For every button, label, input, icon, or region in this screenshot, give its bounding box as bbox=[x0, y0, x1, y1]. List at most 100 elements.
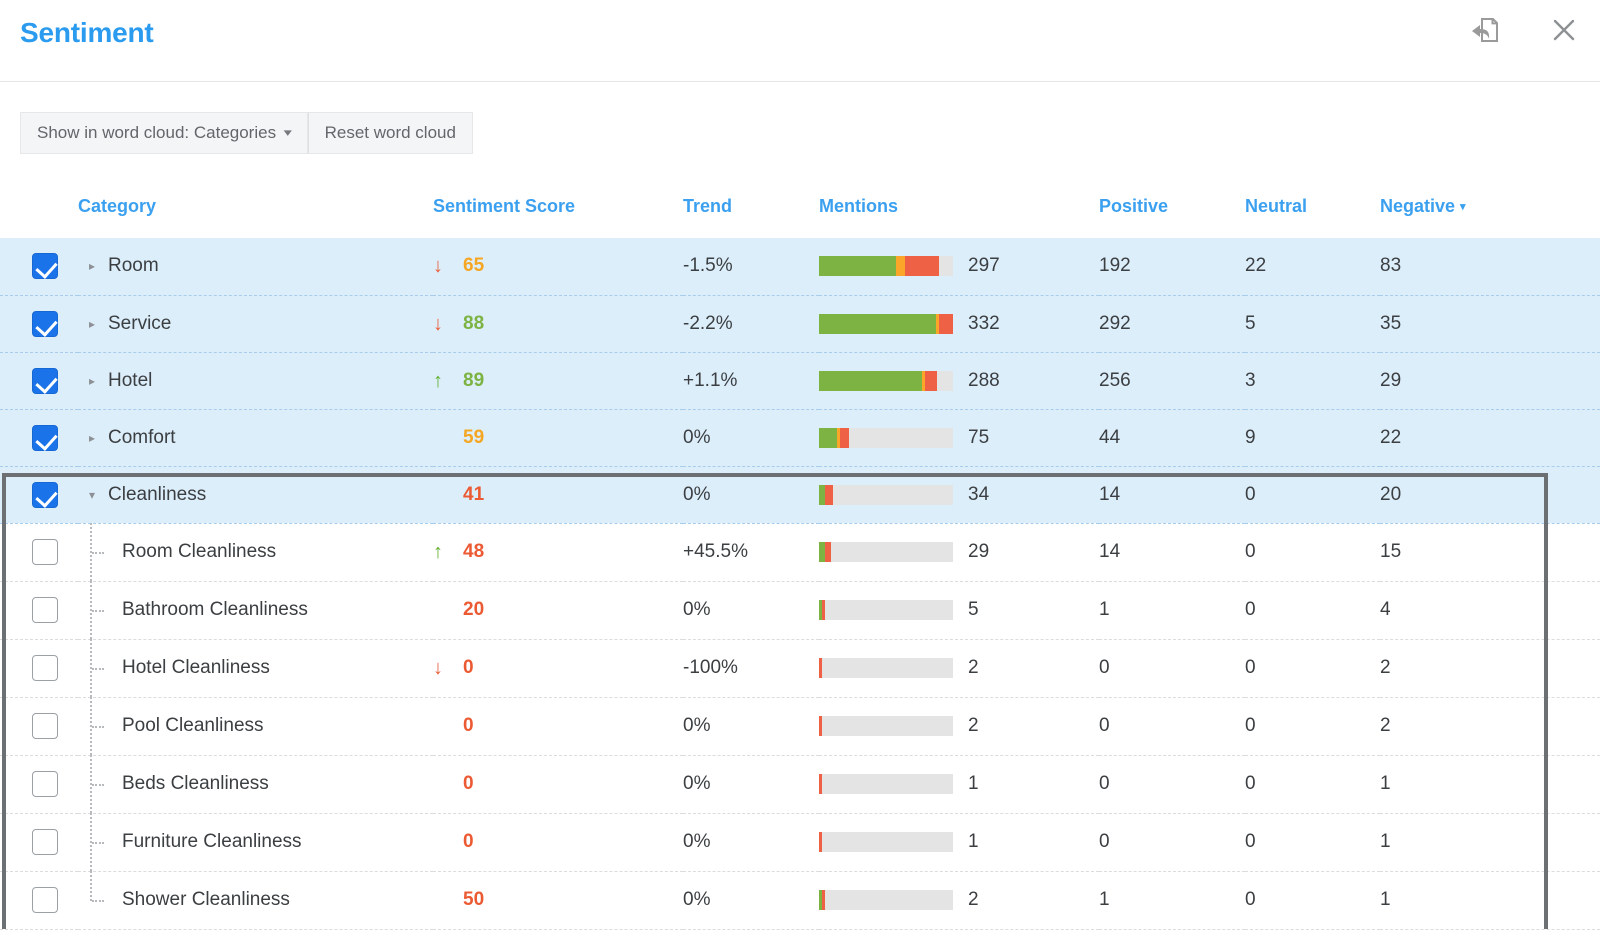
table-row[interactable]: Pool Cleanliness 0 0% 2 0 0 2 bbox=[0, 696, 1600, 756]
negative-segment bbox=[824, 484, 833, 505]
column-header-neutral[interactable]: Neutral bbox=[1245, 196, 1380, 238]
table-row[interactable]: ▸ Service ↓ 88 -2.2% 332 292 5 35 bbox=[0, 295, 1600, 353]
row-checkbox[interactable] bbox=[32, 597, 58, 623]
neutral-value: 0 bbox=[1245, 581, 1380, 640]
row-checkbox-cell bbox=[0, 523, 78, 582]
negative-value: 2 bbox=[1380, 697, 1600, 756]
mentions-stacked-bar bbox=[819, 658, 953, 678]
mentions-count: 297 bbox=[968, 255, 1000, 277]
positive-value: 44 bbox=[1099, 409, 1245, 467]
column-header-negative-label: Negative bbox=[1380, 196, 1456, 216]
category-label: Room bbox=[108, 255, 159, 277]
mentions-count: 5 bbox=[968, 599, 979, 620]
row-checkbox[interactable] bbox=[32, 771, 58, 797]
table-row[interactable]: Hotel Cleanliness ↓ 0 -100% 2 0 0 2 bbox=[0, 638, 1600, 698]
row-checkbox[interactable] bbox=[32, 655, 58, 681]
column-header-sentiment-score[interactable]: Sentiment Score bbox=[433, 196, 683, 238]
category-cell: Furniture Cleanliness bbox=[78, 812, 433, 872]
row-checkbox[interactable] bbox=[32, 829, 58, 855]
negative-value: 1 bbox=[1380, 755, 1600, 814]
positive-value: 1 bbox=[1099, 581, 1245, 640]
sentiment-score-cell: 0 bbox=[433, 755, 683, 814]
trend-value: 0% bbox=[683, 871, 819, 930]
row-checkbox[interactable] bbox=[32, 253, 58, 280]
table-row[interactable]: ▸ Room ↓ 65 -1.5% 297 192 22 83 bbox=[0, 238, 1600, 296]
expand-triangle-icon[interactable]: ▸ bbox=[82, 260, 102, 272]
category-label: Hotel bbox=[108, 369, 153, 391]
sentiment-score-value: 41 bbox=[463, 483, 485, 505]
column-header-positive[interactable]: Positive bbox=[1099, 196, 1245, 238]
row-checkbox[interactable] bbox=[32, 424, 58, 451]
row-checkbox-cell bbox=[0, 352, 78, 410]
category-label: Beds Cleanliness bbox=[122, 773, 269, 794]
table-row[interactable]: Beds Cleanliness 0 0% 1 0 0 1 bbox=[0, 754, 1600, 814]
positive-value: 1 bbox=[1099, 871, 1245, 930]
expand-triangle-icon[interactable]: ▸ bbox=[82, 375, 102, 387]
category-label: Service bbox=[108, 312, 172, 334]
positive-value: 0 bbox=[1099, 755, 1245, 814]
close-icon[interactable] bbox=[1546, 12, 1582, 48]
neutral-value: 0 bbox=[1245, 639, 1380, 698]
row-checkbox[interactable] bbox=[32, 713, 58, 739]
expand-triangle-icon[interactable]: ▸ bbox=[82, 432, 102, 444]
mentions-stacked-bar bbox=[819, 774, 953, 794]
sentiment-score-value: 0 bbox=[463, 657, 474, 678]
table-header-row: Category Sentiment Score Trend Mentions … bbox=[0, 196, 1600, 238]
positive-value: 0 bbox=[1099, 697, 1245, 756]
sentiment-score-cell: 50 bbox=[433, 871, 683, 930]
negative-segment bbox=[925, 370, 938, 391]
trend-down-arrow-icon: ↓ bbox=[433, 657, 443, 679]
mentions-count: 1 bbox=[968, 831, 979, 852]
table-row[interactable]: Furniture Cleanliness 0 0% 1 0 0 1 bbox=[0, 812, 1600, 872]
category-cell: Beds Cleanliness bbox=[78, 754, 433, 814]
category-cell: ▸ Comfort bbox=[78, 409, 433, 467]
word-cloud-select[interactable]: Show in word cloud: Categories ▾ bbox=[20, 112, 308, 154]
row-checkbox[interactable] bbox=[32, 481, 58, 508]
row-checkbox-cell bbox=[0, 295, 78, 353]
row-checkbox[interactable] bbox=[32, 539, 58, 565]
mentions-stacked-bar bbox=[819, 542, 953, 562]
mentions-count: 29 bbox=[968, 541, 990, 562]
table-row[interactable]: ▾ Cleanliness 41 0% 34 14 0 20 bbox=[0, 466, 1600, 524]
mentions-cell: 75 bbox=[819, 409, 1099, 467]
expand-triangle-icon[interactable]: ▸ bbox=[82, 318, 102, 330]
table-row[interactable]: Room Cleanliness ↑ 48 +45.5% 29 14 0 15 bbox=[0, 522, 1600, 582]
trend-value: -2.2% bbox=[683, 295, 819, 353]
column-header-check bbox=[0, 196, 78, 238]
row-checkbox[interactable] bbox=[32, 367, 58, 394]
column-header-mentions[interactable]: Mentions bbox=[819, 196, 1099, 238]
table-row[interactable]: Bathroom Cleanliness 20 0% 5 1 0 4 bbox=[0, 580, 1600, 640]
table-row[interactable]: ▸ Comfort 59 0% 75 44 9 22 bbox=[0, 409, 1600, 467]
category-label: Comfort bbox=[108, 426, 176, 448]
row-checkbox-cell bbox=[0, 466, 78, 524]
category-cell: ▾ Cleanliness bbox=[78, 466, 433, 524]
mentions-stacked-bar bbox=[819, 370, 953, 391]
category-cell: Room Cleanliness bbox=[78, 522, 433, 582]
row-checkbox-cell bbox=[0, 238, 78, 296]
mentions-stacked-bar bbox=[819, 484, 953, 505]
sentiment-table-wrapper[interactable]: Category Sentiment Score Trend Mentions … bbox=[0, 196, 1600, 930]
row-checkbox-cell bbox=[0, 755, 78, 814]
mentions-cell: 288 bbox=[819, 352, 1099, 410]
row-checkbox-cell bbox=[0, 409, 78, 467]
row-checkbox[interactable] bbox=[32, 887, 58, 913]
sentiment-score-value: 88 bbox=[463, 312, 485, 334]
mentions-count: 34 bbox=[968, 483, 990, 505]
sentiment-score-cell: ↑ 48 bbox=[433, 523, 683, 582]
revert-page-icon[interactable] bbox=[1466, 12, 1502, 48]
column-header-trend[interactable]: Trend bbox=[683, 196, 819, 238]
neutral-value: 9 bbox=[1245, 409, 1380, 467]
column-header-negative[interactable]: Negative ▾ bbox=[1380, 196, 1600, 238]
reset-word-cloud-button[interactable]: Reset word cloud bbox=[307, 112, 473, 154]
table-row[interactable]: Shower Cleanliness 50 0% 2 1 0 1 bbox=[0, 870, 1600, 930]
neutral-value: 0 bbox=[1245, 697, 1380, 756]
mentions-stacked-bar bbox=[819, 890, 953, 910]
positive-value: 0 bbox=[1099, 639, 1245, 698]
collapse-triangle-icon[interactable]: ▾ bbox=[82, 489, 102, 501]
word-cloud-select-label: Show in word cloud: Categories bbox=[37, 123, 277, 142]
sentiment-table: Category Sentiment Score Trend Mentions … bbox=[0, 196, 1600, 930]
column-header-category[interactable]: Category bbox=[78, 196, 433, 238]
row-checkbox[interactable] bbox=[32, 310, 58, 337]
trend-value: 0% bbox=[683, 581, 819, 640]
table-row[interactable]: ▸ Hotel ↑ 89 +1.1% 288 256 3 29 bbox=[0, 352, 1600, 410]
